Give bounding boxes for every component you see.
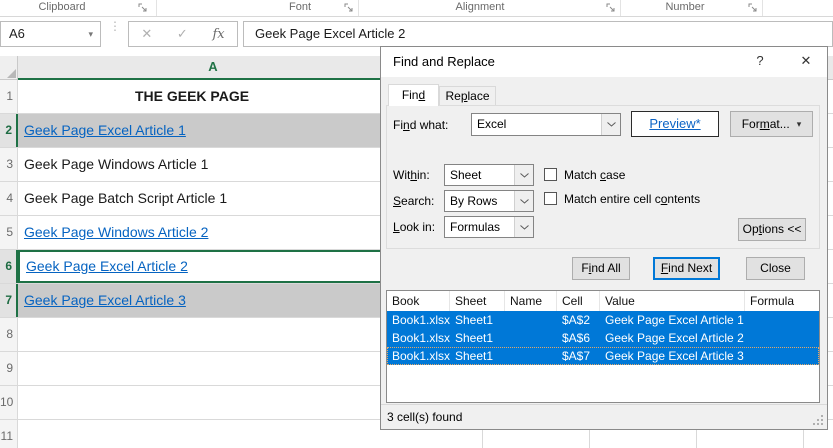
search-value: By Rows xyxy=(450,194,497,208)
match-entire-cell-label: Match entire cell contents xyxy=(564,192,700,206)
within-value: Sheet xyxy=(450,168,481,182)
row-header[interactable]: 2 xyxy=(0,114,18,147)
name-box-dropdown-icon[interactable]: ▾ xyxy=(88,22,93,46)
row-header[interactable]: 11 xyxy=(0,420,18,448)
ribbon-separator xyxy=(358,0,359,16)
column-header-label: A xyxy=(198,59,228,74)
dialog-launcher-icon[interactable] xyxy=(748,3,759,14)
formula-bar-handle-icon[interactable]: ⋮ xyxy=(109,22,121,30)
chevron-down-icon[interactable] xyxy=(514,191,533,211)
ribbon-group-number: Number xyxy=(643,1,727,13)
tab-find[interactable]: Find xyxy=(388,84,439,106)
row-header[interactable]: 8 xyxy=(0,318,18,351)
chevron-down-icon[interactable] xyxy=(514,165,533,185)
preview-button[interactable]: Preview* xyxy=(631,111,719,137)
results-header: Book Sheet Name Cell Value Formula xyxy=(387,291,819,311)
column-header[interactable]: Value xyxy=(600,291,745,311)
formula-bar-buttons: ✕ ✓ fx xyxy=(128,21,238,47)
ribbon-separator xyxy=(156,0,157,16)
excel-window: Clipboard Font Alignment Number A6 ▾ ⋮ ✕… xyxy=(0,0,833,448)
row-header[interactable]: 6 xyxy=(0,250,18,283)
match-case-checkbox[interactable] xyxy=(544,168,557,181)
within-combobox[interactable]: Sheet xyxy=(444,164,534,186)
formula-bar-input[interactable]: Geek Page Excel Article 2 xyxy=(243,21,833,47)
result-row[interactable]: Book1.xlsxSheet1$A$7Geek Page Excel Arti… xyxy=(387,347,819,365)
dialog-launcher-icon[interactable] xyxy=(606,3,617,14)
chevron-down-icon[interactable] xyxy=(601,114,620,135)
ribbon-separator xyxy=(620,0,621,16)
ribbon-separator xyxy=(762,0,763,16)
look-in-value: Formulas xyxy=(450,220,500,234)
name-box-value: A6 xyxy=(9,26,25,41)
find-next-button[interactable]: Find Next xyxy=(653,257,720,280)
close-icon[interactable]: ✕ xyxy=(797,53,815,71)
chevron-down-icon: ▾ xyxy=(797,119,802,130)
chevron-down-icon[interactable] xyxy=(514,217,533,237)
row-header[interactable]: 7 xyxy=(0,284,18,317)
insert-function-icon[interactable]: fx xyxy=(212,27,224,42)
format-button[interactable]: Format... ▾ xyxy=(730,111,813,137)
row-header[interactable]: 5 xyxy=(0,216,18,249)
column-header[interactable]: Book xyxy=(387,291,450,311)
column-header[interactable]: Name xyxy=(505,291,557,311)
find-what-label: Find what: xyxy=(393,118,448,132)
select-all-triangle-icon xyxy=(7,69,16,78)
look-in-label: Look in: xyxy=(393,220,435,234)
results-list: Book Sheet Name Cell Value Formula Book1… xyxy=(386,290,820,403)
cell-a1[interactable]: THE GEEK PAGE xyxy=(18,80,366,113)
column-header[interactable]: Sheet xyxy=(450,291,505,311)
ribbon-group-font: Font xyxy=(258,1,342,13)
options-button[interactable]: Options << xyxy=(738,218,806,241)
search-label: Search: xyxy=(393,194,434,208)
name-box[interactable]: A6 ▾ xyxy=(0,21,101,47)
tab-replace[interactable]: Replace xyxy=(439,86,496,106)
result-row[interactable]: Book1.xlsxSheet1$A$2Geek Page Excel Arti… xyxy=(387,311,819,329)
result-row[interactable]: Book1.xlsxSheet1$A$6Geek Page Excel Arti… xyxy=(387,329,819,347)
find-all-button[interactable]: Find All xyxy=(572,257,630,280)
find-what-value: Excel xyxy=(477,117,506,131)
row-header[interactable]: 9 xyxy=(0,352,18,385)
dialog-launcher-icon[interactable] xyxy=(138,3,149,14)
ribbon-group-alignment: Alignment xyxy=(438,1,522,13)
find-replace-dialog: Find and Replace ? ✕ Find Replace Find w… xyxy=(380,46,828,430)
dialog-launcher-icon[interactable] xyxy=(344,3,355,14)
enter-icon[interactable]: ✓ xyxy=(177,26,188,42)
ribbon-group-clipboard: Clipboard xyxy=(20,1,104,13)
search-combobox[interactable]: By Rows xyxy=(444,190,534,212)
cancel-icon[interactable]: ✕ xyxy=(141,26,152,42)
row-header[interactable]: 10 xyxy=(0,386,18,419)
dialog-titlebar: Find and Replace ? ✕ xyxy=(381,47,827,77)
look-in-combobox[interactable]: Formulas xyxy=(444,216,534,238)
column-header[interactable]: Cell xyxy=(557,291,600,311)
status-text: 3 cell(s) found xyxy=(387,410,462,424)
row-header[interactable]: 4 xyxy=(0,182,18,215)
match-case-label: Match case xyxy=(564,168,625,182)
row-header[interactable]: 1 xyxy=(0,80,18,113)
resize-grip[interactable] xyxy=(812,414,824,426)
format-button-label: Format... xyxy=(742,117,790,131)
help-button[interactable]: ? xyxy=(751,53,769,71)
row-header[interactable]: 3 xyxy=(0,148,18,181)
dialog-title: Find and Replace xyxy=(393,54,495,69)
find-what-combobox[interactable]: Excel xyxy=(471,113,621,136)
ribbon-strip: Clipboard Font Alignment Number xyxy=(0,0,833,17)
within-label: Within: xyxy=(393,168,430,182)
dialog-status-bar: 3 cell(s) found xyxy=(381,404,827,429)
close-button[interactable]: Close xyxy=(746,257,805,280)
column-header[interactable]: Formula xyxy=(745,291,819,311)
match-entire-cell-checkbox[interactable] xyxy=(544,192,557,205)
select-all-corner[interactable] xyxy=(0,56,18,80)
